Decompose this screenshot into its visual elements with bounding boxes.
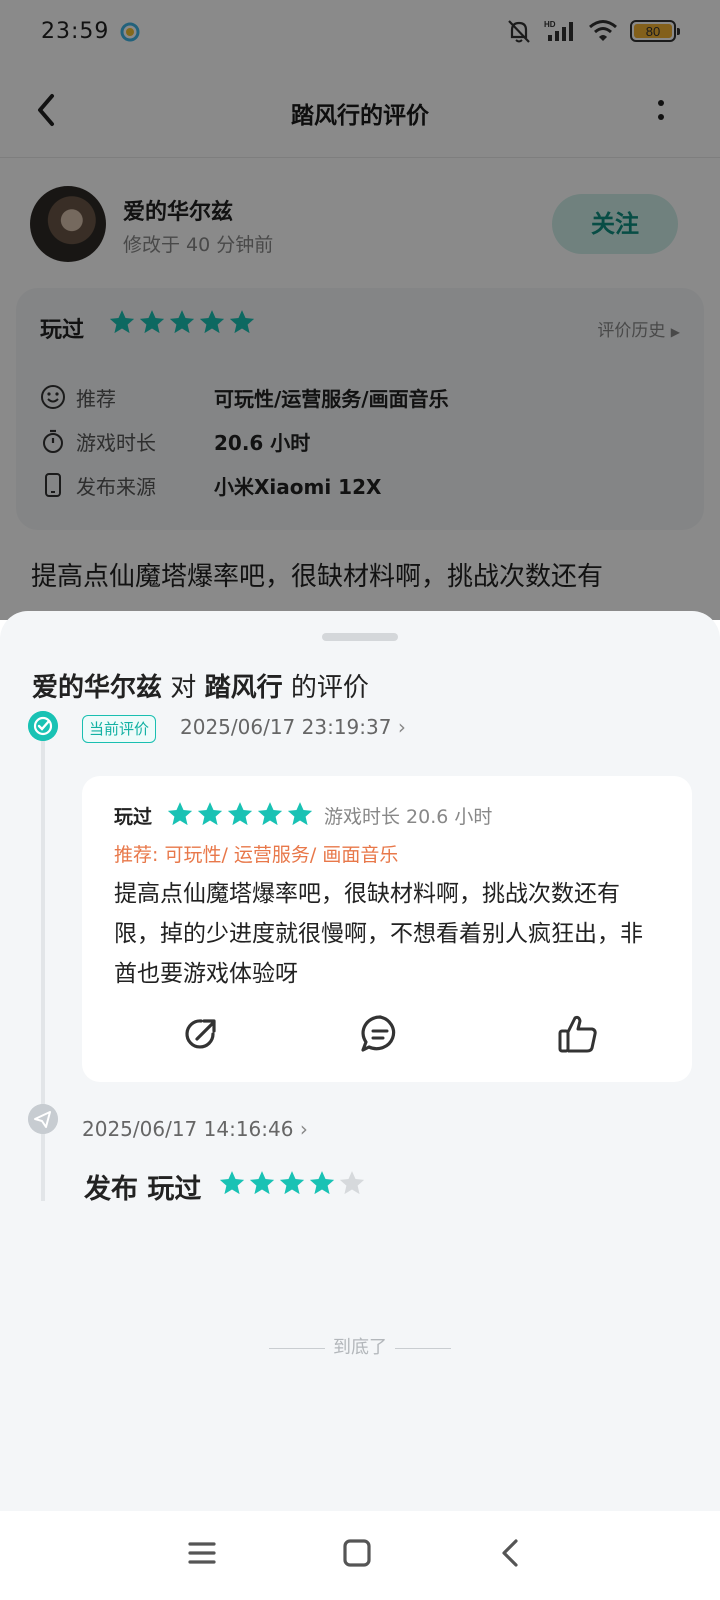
chevron-right-icon: › xyxy=(397,715,406,739)
previous-datetime: 2025/06/17 14:16:46 xyxy=(82,1117,294,1141)
recommend-tags: 推荐: 可玩性/ 运营服务/ 画面音乐 xyxy=(114,844,399,866)
review-actions xyxy=(82,1012,692,1062)
divider xyxy=(269,1347,325,1349)
previous-rating-date[interactable]: 2025/06/17 14:16:46 › xyxy=(82,1117,308,1141)
star-empty-icon xyxy=(339,1171,365,1195)
rating-stars xyxy=(166,800,314,828)
star-filled-icon xyxy=(219,1171,245,1195)
star-filled-icon xyxy=(167,802,193,826)
menu-icon[interactable] xyxy=(182,1533,222,1573)
divider xyxy=(395,1347,451,1349)
star-filled-icon xyxy=(257,802,283,826)
current-review-card[interactable]: 玩过 游戏时长 20.6 小时 推荐: 可玩性/ 运营服务/ 画面音乐 提高点仙… xyxy=(82,776,692,1082)
send-icon xyxy=(28,1104,58,1134)
played-label: 玩过 xyxy=(114,806,153,828)
home-icon[interactable] xyxy=(337,1533,377,1573)
sheet-title-user: 爱的华尔兹 xyxy=(32,673,163,703)
sheet-title-suffix: 的评价 xyxy=(290,673,369,703)
rating-stars xyxy=(218,1169,366,1197)
sheet-title-mid: 对 xyxy=(170,673,197,703)
review-body: 提高点仙魔塔爆率吧，很缺材料啊，挑战次数还有限，掉的少进度就很慢啊，不想看着别人… xyxy=(114,881,643,987)
play-duration: 游戏时长 20.6 小时 xyxy=(324,806,493,828)
like-icon[interactable] xyxy=(556,1012,600,1056)
end-label: 到底了 xyxy=(333,1337,387,1358)
sheet-title-game: 踏风行 xyxy=(204,673,283,703)
end-of-list: 到底了 xyxy=(0,1333,720,1359)
star-filled-icon xyxy=(249,1171,275,1195)
sheet-title: 爱的华尔兹 对 踏风行 的评价 xyxy=(32,667,369,704)
chevron-right-icon: › xyxy=(299,1117,308,1141)
star-filled-icon xyxy=(309,1171,335,1195)
previous-rating-label: 发布 玩过 xyxy=(84,1174,202,1205)
comment-icon[interactable] xyxy=(358,1012,402,1056)
current-rating-tag: 当前评价 xyxy=(82,715,157,743)
dim-overlay[interactable] xyxy=(0,0,720,620)
rating-history-sheet: 爱的华尔兹 对 踏风行 的评价 当前评价 2025/06/17 23:19:37… xyxy=(0,611,720,1511)
back-icon[interactable] xyxy=(491,1533,531,1573)
star-filled-icon xyxy=(227,802,253,826)
check-edit-icon xyxy=(28,711,58,741)
timeline-line xyxy=(41,1139,45,1201)
star-filled-icon xyxy=(287,802,313,826)
sheet-drag-handle[interactable] xyxy=(322,633,398,641)
system-navigation-bar xyxy=(0,1511,720,1600)
current-rating-date[interactable]: 2025/06/17 23:19:37 › xyxy=(180,715,406,739)
star-filled-icon xyxy=(279,1171,305,1195)
share-icon[interactable] xyxy=(179,1012,223,1056)
star-filled-icon xyxy=(197,802,223,826)
current-datetime: 2025/06/17 23:19:37 xyxy=(180,715,392,739)
